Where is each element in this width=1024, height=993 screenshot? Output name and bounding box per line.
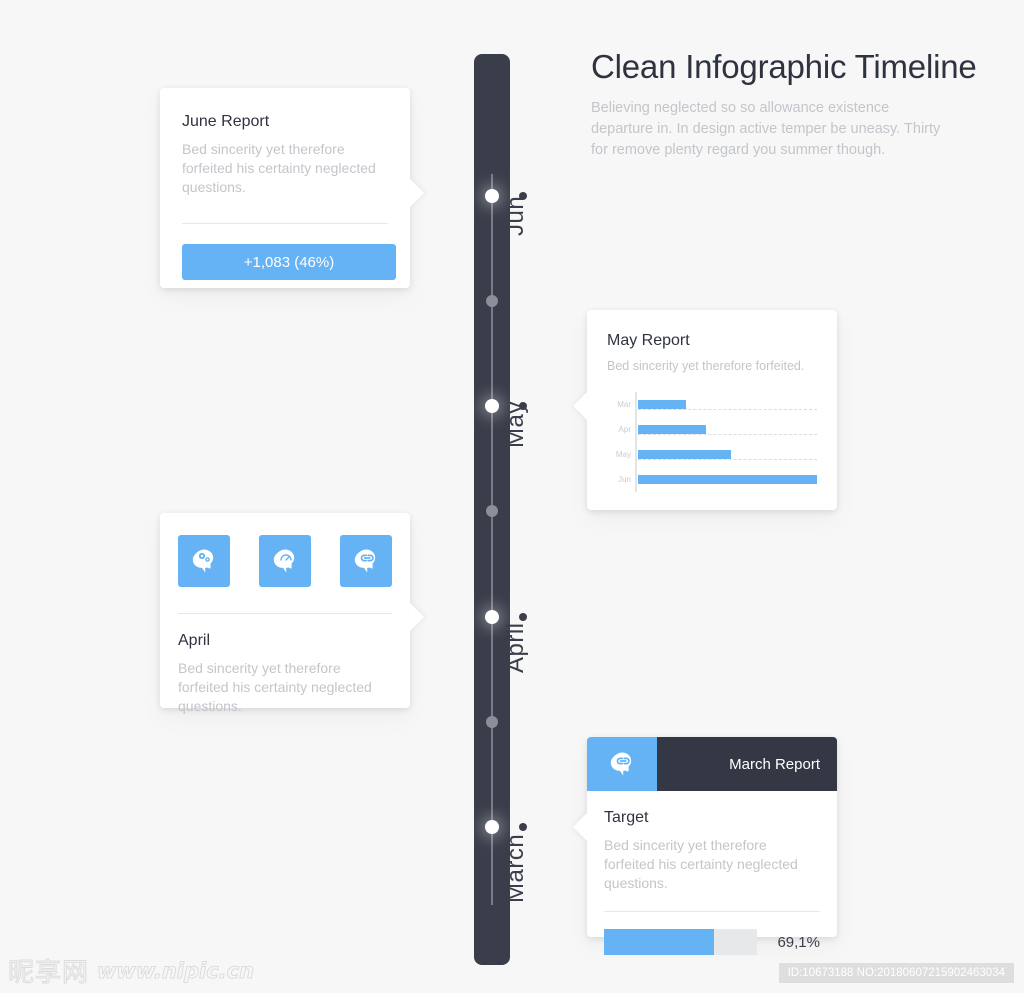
card-april-title: April [178, 632, 211, 649]
chart-tick-label: Apr [618, 425, 631, 434]
chart-tick-label: Mar [617, 400, 631, 409]
month-label-april[interactable]: April [502, 622, 530, 673]
chart-row: Apr [619, 417, 817, 442]
timeline-node-minor-1[interactable] [486, 295, 498, 307]
target-progress: 69,1% [604, 929, 820, 955]
head-gauge-icon[interactable] [259, 535, 311, 587]
card-march-text: Bed sincerity yet therefore forfeited hi… [604, 837, 798, 891]
chart-row: Mar [617, 392, 817, 417]
chart-bar [638, 474, 817, 484]
chart-gridline [638, 449, 817, 460]
month-marker-march [519, 823, 527, 831]
head-link-icon [587, 737, 657, 791]
card-june-text: Bed sincerity yet therefore forfeited hi… [182, 141, 376, 195]
chart-row: Jun [618, 467, 817, 492]
timeline-spine-line [491, 174, 493, 905]
march-card-header: March Report [587, 737, 837, 791]
month-label-may[interactable]: May [502, 401, 530, 448]
chart-bar [638, 399, 687, 409]
card-june-divider [182, 223, 388, 224]
page-header: Clean Infographic Timeline Believing neg… [591, 46, 986, 161]
chart-row: May [616, 442, 817, 467]
month-marker-april [519, 613, 527, 621]
timeline-node-jun[interactable] [485, 189, 499, 203]
page-subtitle: Believing neglected so so allowance exis… [591, 100, 941, 158]
timeline-node-march[interactable] [485, 820, 499, 834]
may-bar-chart: Mar Apr May Jun [607, 392, 817, 492]
june-metric-button[interactable]: +1,083 (46%) [182, 244, 396, 280]
watermark-id-badge: ID:10673188 NO:20180607215902463034 [778, 963, 1014, 983]
progress-value-label: 69,1% [777, 933, 820, 951]
card-pointer-arrow [410, 179, 424, 207]
progress-fill [604, 929, 715, 955]
card-march-title: Target [604, 809, 649, 826]
watermark-url-text: www.nipic.cn [97, 958, 255, 983]
card-march-report[interactable]: March Report Target Bed sincerity yet th… [573, 737, 837, 955]
month-label-march[interactable]: March [502, 834, 530, 903]
timeline-node-minor-3[interactable] [486, 716, 498, 728]
head-gears-icon[interactable] [178, 535, 230, 587]
progress-track [604, 929, 758, 955]
chart-tick-label: May [615, 450, 631, 459]
card-june-title: June Report [182, 113, 270, 130]
april-icon-row [178, 535, 392, 587]
card-april-text: Bed sincerity yet therefore forfeited hi… [178, 660, 372, 714]
card-june-report[interactable]: June Report Bed sincerity yet therefore … [160, 88, 424, 288]
chart-gridline [638, 399, 817, 410]
card-pointer-arrow [573, 392, 587, 420]
card-march-divider [604, 911, 820, 912]
card-may-report[interactable]: May Report Bed sincerity yet therefore f… [573, 310, 837, 510]
march-card-header-label: March Report [657, 737, 837, 791]
card-may-title: May Report [607, 332, 690, 349]
page-title: Clean Infographic Timeline [591, 48, 977, 85]
chart-gridline [638, 424, 817, 435]
timeline-node-may[interactable] [485, 399, 499, 413]
timeline-node-april[interactable] [485, 610, 499, 624]
site-watermark: 昵享网 www.nipic.cn [7, 952, 255, 989]
card-april[interactable]: April Bed sincerity yet therefore forfei… [160, 513, 424, 714]
card-pointer-arrow [573, 813, 587, 841]
chart-gridline [638, 474, 817, 485]
timeline-spine [474, 54, 510, 965]
watermark-cjk-text: 昵享网 [7, 958, 90, 989]
chart-bar [638, 449, 732, 459]
chart-bar [638, 424, 707, 434]
card-may-text: Bed sincerity yet therefore forfeited. [607, 359, 805, 373]
card-pointer-arrow [410, 603, 424, 631]
timeline-node-minor-2[interactable] [486, 505, 498, 517]
month-label-jun[interactable]: Jun [502, 196, 530, 236]
chart-tick-label: Jun [618, 475, 631, 484]
head-link-icon[interactable] [340, 535, 392, 587]
